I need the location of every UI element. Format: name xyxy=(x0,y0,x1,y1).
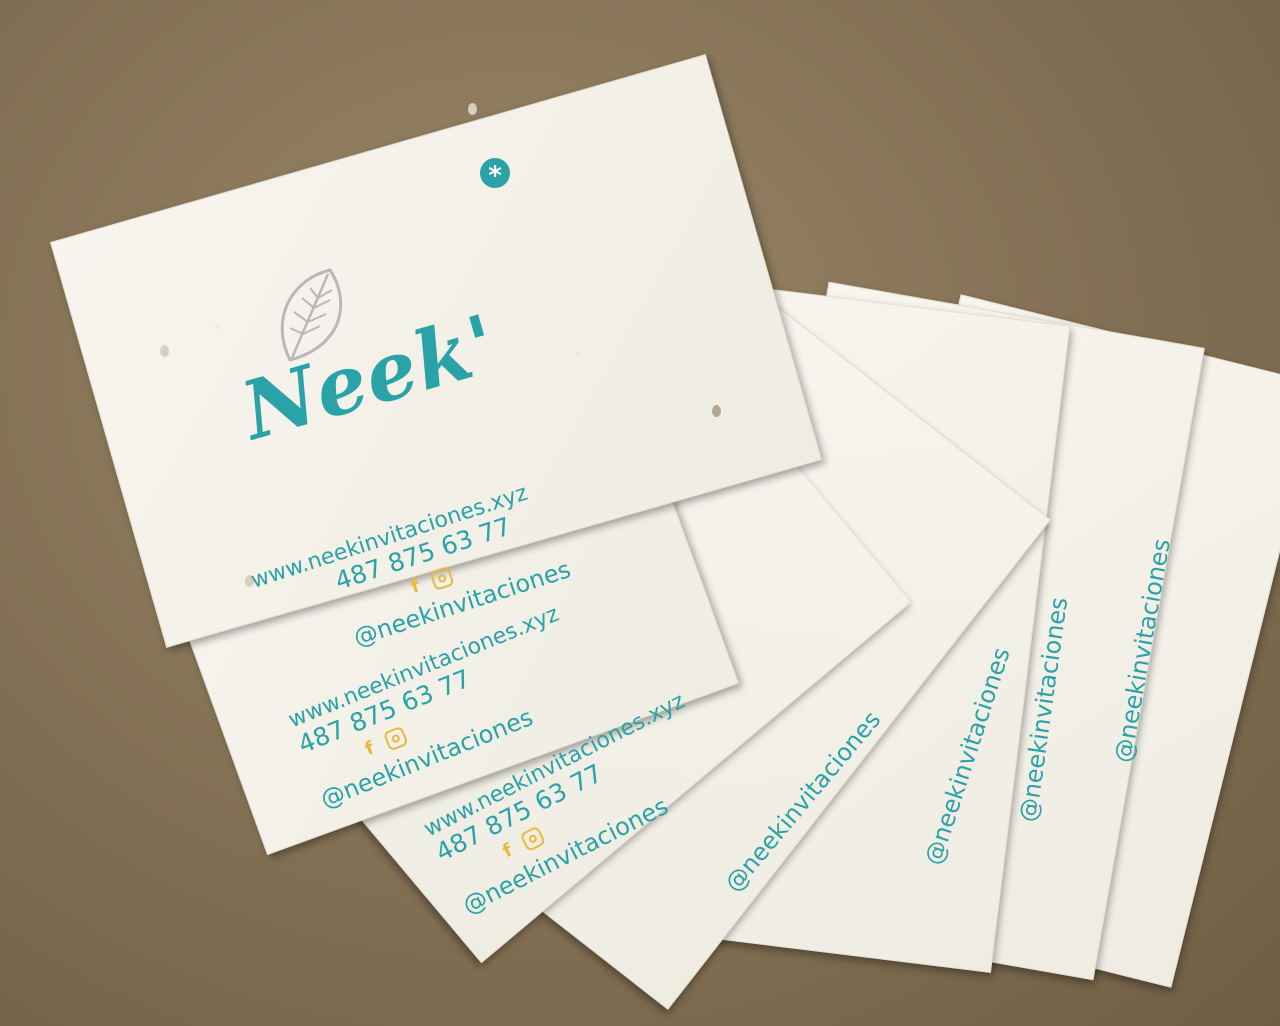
instagram-icon xyxy=(519,825,547,853)
asterisk-icon: * xyxy=(480,158,510,191)
facebook-icon: f xyxy=(408,575,423,598)
scene: @neekinvitaciones @neekinvitaciones @nee… xyxy=(0,0,1280,1026)
facebook-icon: f xyxy=(362,737,378,760)
paper-seed xyxy=(712,405,721,417)
instagram-icon xyxy=(382,725,409,753)
paper-seed xyxy=(468,103,477,115)
instagram-icon xyxy=(429,566,455,592)
paper-seed xyxy=(160,345,169,357)
facebook-icon: f xyxy=(499,840,516,863)
